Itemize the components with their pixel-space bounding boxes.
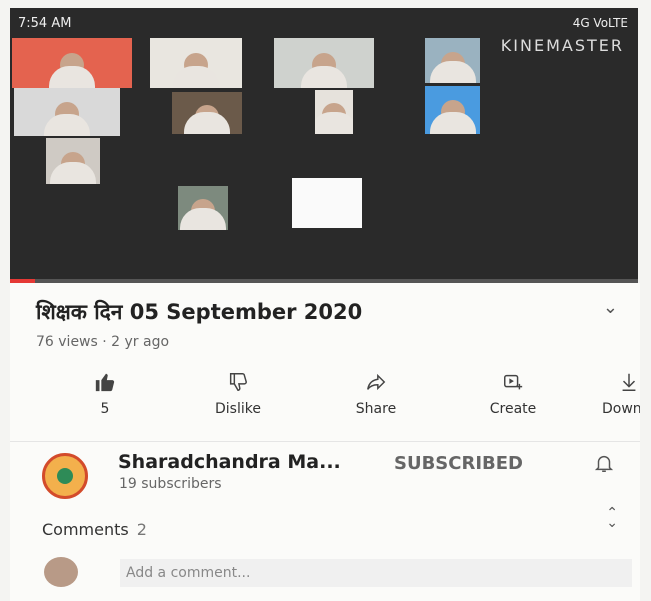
create-button[interactable]: Create (480, 371, 546, 417)
dislike-label: Dislike (215, 401, 261, 417)
video-player[interactable]: 7:54 AM 4G VoLTE KINEMASTER (10, 8, 638, 283)
participant-tile (12, 38, 132, 88)
participant-tile (178, 186, 228, 230)
comments-header[interactable]: Comments 2 (42, 520, 147, 539)
download-icon (602, 371, 640, 393)
participant-tile (46, 138, 100, 184)
create-label: Create (489, 401, 537, 417)
comments-label: Comments (42, 520, 129, 539)
like-button[interactable]: 5 (90, 371, 120, 417)
comments-count: 2 (136, 520, 147, 539)
participant-tile (274, 38, 374, 88)
share-icon (346, 371, 406, 393)
share-label: Share (355, 401, 397, 417)
chevron-down-icon[interactable]: ⌄ (603, 297, 618, 318)
download-button[interactable]: Down (602, 371, 640, 417)
status-bar: 7:54 AM 4G VoLTE (10, 8, 638, 38)
bell-icon[interactable] (593, 452, 615, 479)
participant-tile (425, 38, 480, 83)
network-indicator: 4G VoLTE (572, 16, 628, 30)
participant-tile (425, 86, 480, 134)
participant-tile (315, 90, 353, 134)
download-label: Down (602, 401, 640, 417)
user-avatar (44, 557, 78, 587)
subscribed-button[interactable]: SUBSCRIBED (394, 453, 523, 474)
status-time: 7:54 AM (18, 16, 72, 31)
video-title: शिक्षक दिन 05 September 2020 (36, 300, 363, 324)
video-info-panel: शिक्षक दिन 05 September 2020 ⌄ 76 views … (10, 283, 640, 601)
participant-tile (150, 38, 242, 88)
action-bar: 5 Dislike Share Create Down (10, 371, 640, 421)
like-count: 5 (100, 401, 110, 417)
add-comment-input[interactable]: Add a comment... (120, 559, 632, 587)
participant-tile (14, 88, 120, 136)
share-button[interactable]: Share (346, 371, 406, 417)
thumbs-down-icon (205, 371, 271, 393)
participant-tile (292, 178, 362, 228)
expand-icon[interactable]: ⌃ ⌄ (606, 506, 618, 530)
channel-name[interactable]: Sharadchandra Ma... (118, 451, 341, 473)
subscriber-count: 19 subscribers (119, 476, 222, 492)
video-meta: 76 views · 2 yr ago (36, 334, 170, 350)
divider (10, 441, 640, 442)
create-icon (480, 371, 546, 393)
thumbs-up-icon (90, 371, 120, 393)
channel-avatar[interactable] (42, 453, 88, 499)
watermark-text: KINEMASTER (500, 36, 624, 55)
dislike-button[interactable]: Dislike (205, 371, 271, 417)
participant-tile (172, 92, 242, 134)
